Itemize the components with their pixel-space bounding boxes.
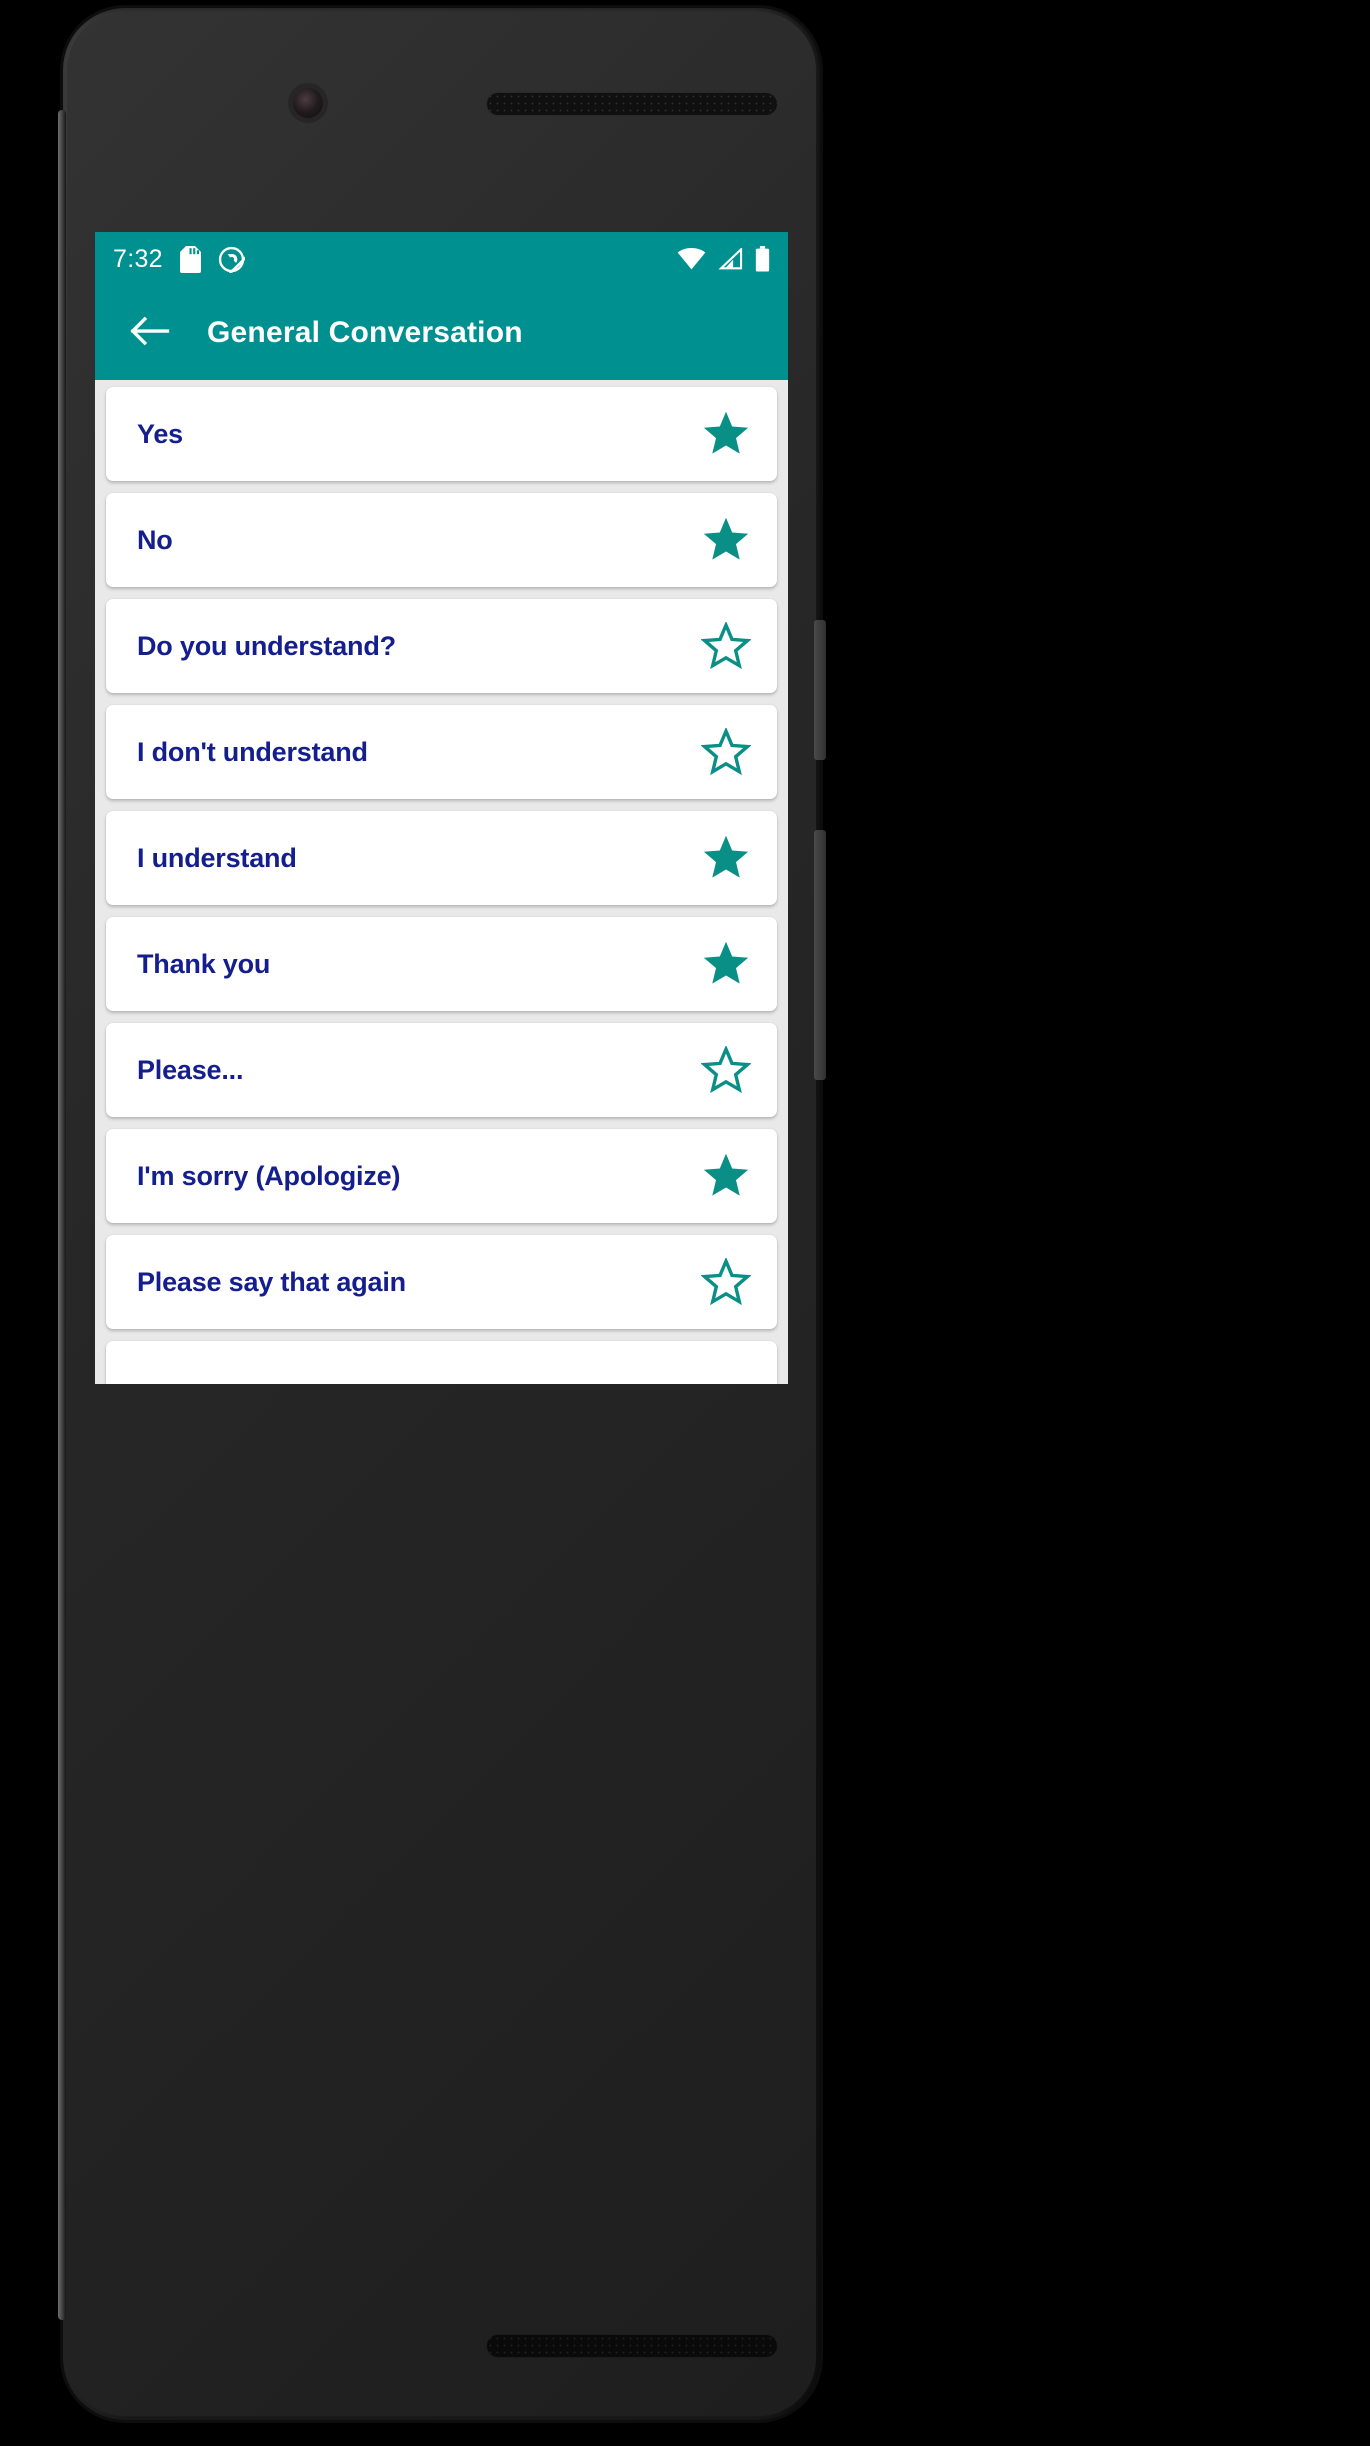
- phrase-card-thank-you[interactable]: Thank you: [106, 917, 777, 1011]
- status-bar: 7:32: [95, 232, 788, 286]
- phone-screen: 7:32 General Conversation Yes No Do you …: [95, 232, 788, 1384]
- phrase-card-partial[interactable]: [106, 1341, 777, 1384]
- phrase-card-no[interactable]: No: [106, 493, 777, 587]
- phrase-label: No: [137, 524, 173, 555]
- phrase-label: I'm sorry (Apologize): [137, 1160, 401, 1191]
- phrase-card-please[interactable]: Please...: [106, 1023, 777, 1117]
- phone-side-rail: [58, 110, 66, 2320]
- battery-icon: [755, 246, 770, 272]
- power-button[interactable]: [814, 620, 826, 760]
- phrase-label: Do you understand?: [137, 630, 396, 661]
- status-bar-clock: 7:32: [113, 244, 163, 273]
- star-filled-icon[interactable]: [699, 407, 753, 461]
- page-title: General Conversation: [207, 316, 523, 349]
- wifi-icon: [677, 248, 706, 270]
- phrase-list[interactable]: Yes No Do you understand? I don't unders…: [95, 380, 788, 1384]
- phrase-card-i-dont-understand[interactable]: I don't understand: [106, 705, 777, 799]
- star-outline-icon[interactable]: [699, 1043, 753, 1097]
- cell-signal-icon: [718, 248, 743, 270]
- front-camera-icon: [293, 88, 323, 118]
- star-filled-icon[interactable]: [699, 831, 753, 885]
- star-filled-icon[interactable]: [699, 937, 753, 991]
- status-bar-right-group: [677, 246, 770, 272]
- phrase-label: Please...: [137, 1054, 244, 1085]
- earpiece-speaker: [487, 93, 777, 115]
- sd-card-icon: [179, 245, 201, 273]
- do-not-disturb-icon: [218, 246, 245, 273]
- phrase-label: Thank you: [137, 948, 271, 979]
- bottom-speaker: [487, 2335, 777, 2357]
- phrase-card-do-you-understand[interactable]: Do you understand?: [106, 599, 777, 693]
- phrase-card-i-understand[interactable]: I understand: [106, 811, 777, 905]
- phrase-label: Yes: [137, 418, 183, 449]
- star-filled-icon[interactable]: [699, 513, 753, 567]
- phrase-card-yes[interactable]: Yes: [106, 387, 777, 481]
- phrase-label: I don't understand: [137, 736, 368, 767]
- phrase-card-im-sorry[interactable]: I'm sorry (Apologize): [106, 1129, 777, 1223]
- phrase-label: Please say that again: [137, 1266, 406, 1297]
- volume-button[interactable]: [814, 830, 826, 1080]
- star-outline-icon[interactable]: [699, 725, 753, 779]
- status-bar-left-group: 7:32: [113, 244, 245, 273]
- star-outline-icon[interactable]: [699, 619, 753, 673]
- back-arrow-icon: [130, 314, 170, 353]
- app-bar: General Conversation: [95, 286, 788, 380]
- star-filled-icon[interactable]: [699, 1149, 753, 1203]
- phrase-label: I understand: [137, 842, 297, 873]
- star-outline-icon[interactable]: [699, 1255, 753, 1309]
- phrase-card-please-say-that-again[interactable]: Please say that again: [106, 1235, 777, 1329]
- back-button[interactable]: [123, 306, 177, 360]
